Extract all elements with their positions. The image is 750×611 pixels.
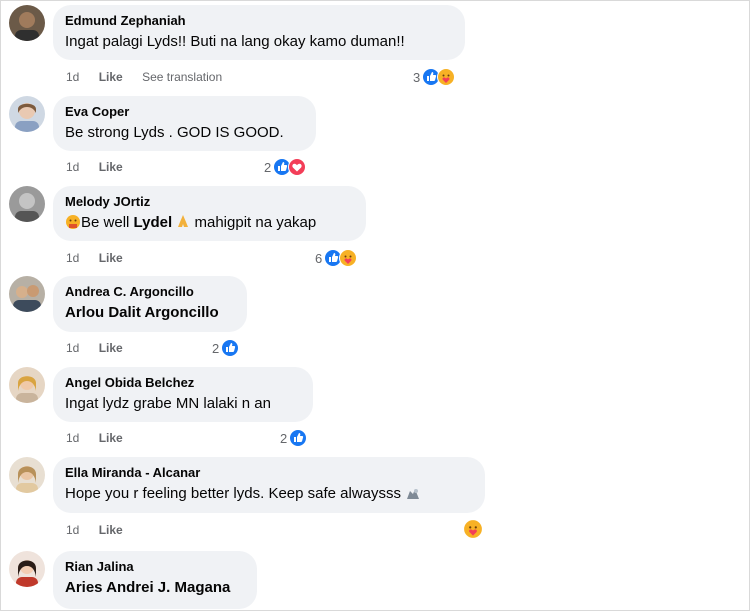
reaction-count: 2 xyxy=(280,430,288,446)
avatar[interactable] xyxy=(9,551,45,587)
comment-author[interactable]: Eva Coper xyxy=(65,104,304,120)
like-button[interactable]: Like xyxy=(99,251,123,265)
comment-text-part: mahigpit na yakap xyxy=(190,214,317,231)
like-button[interactable]: Like xyxy=(99,341,123,355)
comment-bubble: Eva Coper Be strong Lyds . GOD IS GOOD. xyxy=(53,96,316,151)
comment-bubble: Melody JOrtiz Be well Lydel mahigpit na … xyxy=(53,186,366,241)
love-icon xyxy=(288,158,307,176)
comment-bubble: Ella Miranda - Alcanar Hope you r feelin… xyxy=(53,457,485,513)
comment-actions: 1d Like See translation xyxy=(66,69,238,85)
comment-text-part: Hope you r feeling better lyds. Keep saf… xyxy=(65,485,402,502)
like-button[interactable]: Like xyxy=(99,431,123,445)
comment-author[interactable]: Rian Jalina xyxy=(65,559,245,575)
comment-actions: 1d Like xyxy=(66,430,139,446)
reaction-summary[interactable]: 2 xyxy=(264,157,307,177)
avatar[interactable] xyxy=(9,5,45,41)
care-icon xyxy=(339,249,358,267)
comment-bubble: Edmund Zephaniah Ingat palagi Lyds!! But… xyxy=(53,5,465,60)
avatar[interactable] xyxy=(9,186,45,222)
mention-link[interactable]: Aries Andrei J. Magana xyxy=(65,578,245,598)
reaction-summary[interactable]: 6 xyxy=(315,248,358,268)
comment-bubble: Rian Jalina Aries Andrei J. Magana xyxy=(53,551,257,609)
mention-link[interactable]: Arlou Dalit Argoncillo xyxy=(65,303,235,323)
reaction-count: 3 xyxy=(413,69,421,85)
avatar[interactable] xyxy=(9,96,45,132)
like-button[interactable]: Like xyxy=(99,70,123,84)
reaction-summary[interactable]: 2 xyxy=(212,338,240,358)
like-icon xyxy=(289,429,308,447)
comment-author[interactable]: Andrea C. Argoncillo xyxy=(65,284,235,300)
comment-text: Ingat lydz grabe MN lalaki n an xyxy=(65,395,271,412)
reaction-summary[interactable] xyxy=(463,519,483,539)
hug-emoji-icon xyxy=(66,215,80,229)
care-icon xyxy=(463,519,483,539)
comment-time[interactable]: 1d xyxy=(66,70,79,84)
like-button[interactable]: Like xyxy=(99,160,123,174)
mention-link[interactable]: Lydel xyxy=(134,214,173,231)
comment-author[interactable]: Ella Miranda - Alcanar xyxy=(65,465,473,481)
comment-time[interactable]: 1d xyxy=(66,341,79,355)
comment-bubble: Andrea C. Argoncillo Arlou Dalit Argonci… xyxy=(53,276,247,332)
avatar[interactable] xyxy=(9,276,45,312)
reaction-count: 2 xyxy=(264,159,272,175)
like-icon xyxy=(221,339,240,357)
reaction-summary[interactable]: 3 xyxy=(413,67,456,87)
comment-text: Be well Lydel mahigpit na yakap xyxy=(65,213,354,233)
comment-actions: 1d Like xyxy=(66,522,139,538)
comment-text: Ingat palagi Lyds!! Buti na lang okay ka… xyxy=(65,33,405,50)
sticker-icon xyxy=(407,489,420,499)
comment-bubble: Angel Obida Belchez Ingat lydz grabe MN … xyxy=(53,367,313,422)
praying-hands-icon xyxy=(178,215,189,227)
avatar[interactable] xyxy=(9,457,45,493)
care-icon xyxy=(437,68,456,86)
comment-time[interactable]: 1d xyxy=(66,523,79,537)
comment-text: Be strong Lyds . GOD IS GOOD. xyxy=(65,124,284,141)
reaction-count: 6 xyxy=(315,250,323,266)
comment-time[interactable]: 1d xyxy=(66,160,79,174)
comment-actions: 1d Like xyxy=(66,250,139,266)
comment-text-part: Be well xyxy=(81,214,134,231)
comment-time[interactable]: 1d xyxy=(66,251,79,265)
comment-actions: 1d Like xyxy=(66,159,139,175)
see-translation-link[interactable]: See translation xyxy=(142,70,222,84)
comment-author[interactable]: Edmund Zephaniah xyxy=(65,13,453,29)
comment-author[interactable]: Melody JOrtiz xyxy=(65,194,354,210)
comment-text: Hope you r feeling better lyds. Keep saf… xyxy=(65,484,473,504)
comment-author[interactable]: Angel Obida Belchez xyxy=(65,375,301,391)
like-button[interactable]: Like xyxy=(99,523,123,537)
avatar[interactable] xyxy=(9,367,45,403)
reaction-count: 2 xyxy=(212,340,220,356)
comment-actions: 1d Like xyxy=(66,340,139,356)
comment-time[interactable]: 1d xyxy=(66,431,79,445)
reaction-summary[interactable]: 2 xyxy=(280,428,308,448)
